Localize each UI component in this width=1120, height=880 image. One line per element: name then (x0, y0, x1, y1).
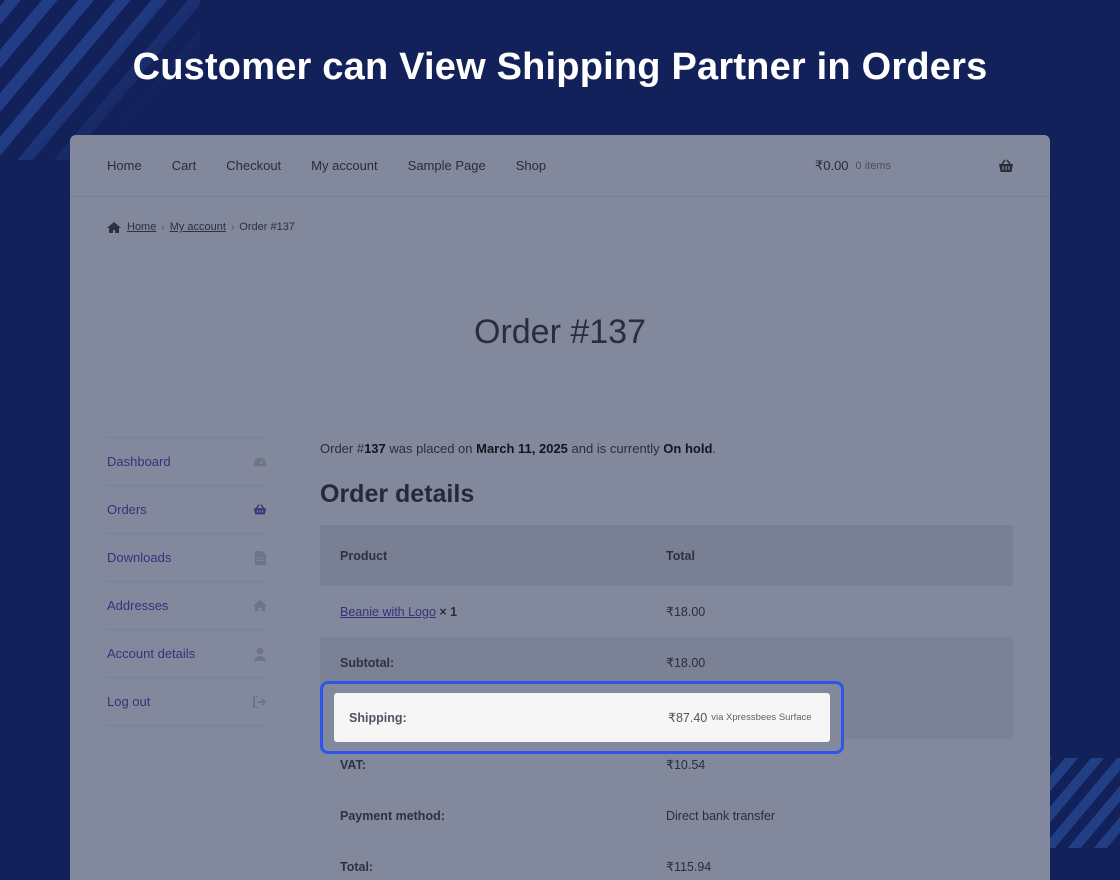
nav-home[interactable]: Home (107, 158, 142, 173)
shipping-row: Shipping: ₹87.40 via Xpressbees Surface (334, 693, 830, 742)
intro-text: . (712, 441, 717, 456)
sidebar-item-log-out[interactable]: Log out (107, 678, 267, 726)
order-status: On hold (663, 441, 713, 456)
sidebar-item-dashboard[interactable]: Dashboard (107, 438, 267, 486)
shipping-label: Shipping: (349, 710, 407, 725)
shipping-highlight: Shipping: ₹87.40 via Xpressbees Surface (320, 681, 844, 754)
order-content: Order #137 was placed on March 11, 2025 … (320, 437, 1013, 880)
decorative-stripes (1048, 758, 1120, 848)
logout-icon (253, 695, 267, 708)
nav-cart[interactable]: Cart (172, 158, 197, 173)
shipping-partner: via Xpressbees Surface (711, 712, 812, 723)
basket-icon (253, 503, 267, 516)
order-date: March 11, 2025 (476, 441, 568, 456)
user-icon (253, 647, 267, 661)
cart-count[interactable]: 0 items (856, 160, 891, 172)
breadcrumb-current: Order #137 (239, 221, 295, 233)
column-header-total: Total (666, 548, 695, 563)
table-header: Product Total (320, 525, 1013, 586)
sidebar-item-label[interactable]: Addresses (107, 598, 168, 613)
product-quantity: × 1 (439, 604, 458, 619)
page-title: Order #137 (474, 313, 646, 351)
order-number: 137 (364, 441, 386, 456)
vat-label: VAT: (340, 757, 366, 772)
dashboard-icon (253, 456, 267, 468)
product-link[interactable]: Beanie with Logo (340, 605, 436, 619)
file-icon (253, 550, 267, 565)
sidebar-item-label[interactable]: Dashboard (107, 454, 171, 469)
breadcrumb: Home › My account › Order #137 (107, 221, 295, 233)
account-navigation: Dashboard Orders Downloads Addresses Acc… (107, 437, 267, 726)
sidebar-item-orders[interactable]: Orders (107, 486, 267, 534)
header-cart[interactable]: ₹0.00 0 items (815, 158, 1014, 174)
headline: Customer can View Shipping Partner in Or… (132, 46, 988, 88)
sidebar-item-label[interactable]: Account details (107, 646, 195, 661)
table-row: Beanie with Logo × 1 ₹18.00 (320, 586, 1013, 637)
browser-screenshot: Home Cart Checkout My account Sample Pag… (70, 135, 1050, 880)
total-value: ₹115.94 (666, 860, 712, 874)
intro-text: was placed on (385, 441, 477, 456)
primary-menu: Home Cart Checkout My account Sample Pag… (107, 158, 546, 173)
subtotal-label: Subtotal: (340, 655, 395, 670)
sidebar-item-account-details[interactable]: Account details (107, 630, 267, 678)
nav-sample-page[interactable]: Sample Page (408, 158, 486, 173)
sidebar-item-downloads[interactable]: Downloads (107, 534, 267, 582)
home-icon (107, 221, 121, 233)
top-navigation: Home Cart Checkout My account Sample Pag… (70, 135, 1050, 197)
sidebar-item-label[interactable]: Orders (107, 502, 147, 517)
breadcrumb-my-account[interactable]: My account (170, 221, 226, 233)
nav-shop[interactable]: Shop (516, 158, 546, 173)
cart-total[interactable]: ₹0.00 (815, 158, 849, 174)
nav-checkout[interactable]: Checkout (226, 158, 281, 173)
column-header-product: Product (340, 548, 388, 563)
payment-method-value: Direct bank transfer (666, 808, 776, 823)
breadcrumb-separator: › (230, 221, 235, 233)
product-cell: Beanie with Logo × 1 (340, 605, 666, 619)
vat-value: ₹10.54 (666, 758, 706, 772)
basket-icon[interactable] (998, 159, 1014, 173)
breadcrumb-home[interactable]: Home (127, 221, 156, 233)
intro-text: Order # (320, 441, 365, 456)
sidebar-item-label[interactable]: Log out (107, 694, 150, 709)
sidebar-item-label[interactable]: Downloads (107, 550, 171, 565)
breadcrumb-separator: › (161, 221, 165, 233)
home-icon (253, 599, 267, 612)
order-details-heading: Order details (320, 480, 475, 508)
shipping-value: ₹87.40 (668, 711, 708, 725)
order-summary-text: Order #137 was placed on March 11, 2025 … (320, 441, 1013, 456)
subtotal-value: ₹18.00 (666, 656, 706, 670)
total-label: Total: (340, 859, 374, 874)
product-total: ₹18.00 (666, 605, 706, 619)
nav-my-account[interactable]: My account (311, 158, 377, 173)
sidebar-item-addresses[interactable]: Addresses (107, 582, 267, 630)
table-row: Payment method: Direct bank transfer (320, 790, 1013, 841)
table-row: Total: ₹115.94 (320, 841, 1013, 880)
intro-text: and is currently (567, 441, 664, 456)
payment-method-label: Payment method: (340, 808, 445, 823)
